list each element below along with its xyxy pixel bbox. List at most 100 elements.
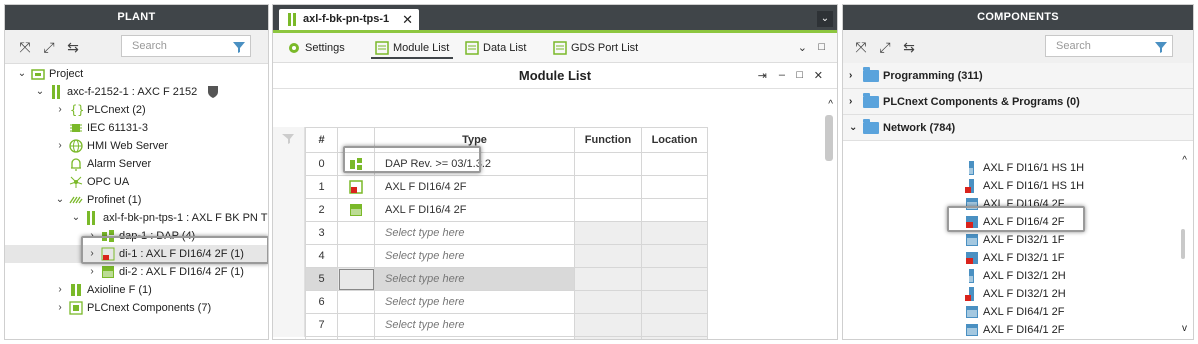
chevron-down-icon[interactable]: ⌄ (35, 83, 45, 101)
module-function-cell[interactable] (574, 198, 642, 222)
module-function-cell[interactable] (574, 152, 642, 176)
module-type-cell[interactable]: AXL F DI16/4 2F (374, 175, 575, 199)
tree-node[interactable]: OPC UA (5, 173, 268, 191)
component-item[interactable]: AXL F DI64/1 2F (965, 303, 1065, 321)
scroll-up-icon[interactable]: ^ (828, 99, 833, 110)
module-location-cell[interactable] (641, 175, 708, 199)
module-function-cell[interactable] (574, 290, 642, 314)
module-location-cell[interactable] (641, 152, 708, 176)
module-row[interactable]: 2 AXL F DI16/4 2F (305, 198, 708, 222)
category-plcnext-components[interactable]: › PLCnext Components & Programs (0) (843, 89, 1193, 115)
close-tab-icon[interactable]: ✕ (402, 9, 413, 30)
minimize-icon[interactable]: – (779, 69, 785, 81)
column-header-function[interactable]: Function (574, 127, 642, 153)
chevron-down-icon[interactable]: ⌄ (17, 65, 27, 83)
category-programming[interactable]: › Programming (311) (843, 63, 1193, 89)
module-type-cell[interactable]: Select type here (374, 244, 575, 268)
category-network[interactable]: ⌄ Network (784) (843, 115, 1193, 141)
chevron-right-icon[interactable]: › (55, 299, 65, 317)
module-function-cell[interactable] (574, 244, 642, 268)
tree-node[interactable]: › {} PLCnext (2) (5, 101, 268, 119)
module-function-cell[interactable] (574, 313, 642, 337)
collapse-all-icon[interactable]: ⤧ (853, 39, 869, 55)
module-location-cell[interactable] (641, 221, 708, 245)
tree-node[interactable]: › di-1 : AXL F DI16/4 2F (1) (5, 245, 268, 263)
tree-node[interactable]: › di-2 : AXL F DI16/4 2F (1) (5, 263, 268, 281)
filter-row-icon[interactable] (281, 133, 295, 145)
module-row[interactable]: 8 Select type here (305, 336, 708, 339)
component-item[interactable]: AXL F DI16/4 2F (965, 195, 1065, 213)
document-tab[interactable]: axl-f-bk-pn-tps-1 ✕ (279, 9, 419, 30)
module-row[interactable]: 3 Select type here (305, 221, 708, 245)
module-row[interactable]: 7 Select type here (305, 313, 708, 337)
tree-node[interactable]: › PLCnext Components (7) (5, 299, 268, 317)
filter-icon[interactable] (1153, 39, 1169, 55)
component-item[interactable]: AXL F DI32/1 1F (965, 231, 1065, 249)
module-type-cell[interactable]: Select type here (374, 221, 575, 245)
chevron-right-icon[interactable]: › (55, 137, 65, 155)
pin-icon[interactable]: ⇥ (758, 69, 767, 82)
module-row[interactable]: 1 AXL F DI16/4 2F (305, 175, 708, 199)
tab-data-list[interactable]: Data List (461, 37, 526, 59)
module-row[interactable]: 6 Select type here (305, 290, 708, 314)
component-item[interactable]: AXL F DI32/1 2H (965, 285, 1066, 303)
module-type-cell[interactable]: DAP Rev. >= 03/1.3.2 (374, 152, 575, 176)
component-item[interactable]: AXL F DI16/1 HS 1H (965, 177, 1084, 195)
chevron-right-icon[interactable]: › (87, 263, 97, 281)
tree-node[interactable]: Alarm Server (5, 155, 268, 173)
tab-gds-port-list[interactable]: GDS Port List (549, 37, 638, 59)
chevron-right-icon[interactable]: › (87, 227, 97, 245)
module-function-cell[interactable] (574, 267, 642, 291)
close-window-icon[interactable]: ✕ (814, 69, 823, 82)
module-location-cell[interactable] (641, 336, 708, 339)
tab-list-dropdown-icon[interactable]: ⌄ (817, 11, 833, 27)
tree-node[interactable]: › dap-1 : DAP (4) (5, 227, 268, 245)
expand-all-icon[interactable]: ⤢ (41, 39, 57, 55)
chevron-right-icon[interactable]: › (55, 101, 65, 119)
maximize-window-icon[interactable]: □ (796, 69, 803, 81)
module-function-cell[interactable] (574, 221, 642, 245)
component-item[interactable]: AXL F DI32/1 2H (965, 267, 1066, 285)
tree-node[interactable]: › HMI Web Server (5, 137, 268, 155)
sync-arrows-icon[interactable]: ⇆ (901, 39, 917, 55)
module-row[interactable]: 4 Select type here (305, 244, 708, 268)
module-row[interactable]: 0 DAP Rev. >= 03/1.3.2 (305, 152, 708, 176)
chevron-right-icon[interactable]: › (55, 281, 65, 299)
tree-node[interactable]: ⌄ axc-f-2152-1 : AXC F 2152 (5, 83, 268, 101)
column-header-type[interactable]: Type (374, 127, 575, 153)
column-header-number[interactable]: # (305, 127, 338, 153)
chevron-down-icon[interactable]: ⌄ (55, 191, 65, 209)
module-location-cell[interactable] (641, 290, 708, 314)
tree-node[interactable]: ⌄ axl-f-bk-pn-tps-1 : AXL F BK PN T (5, 209, 268, 227)
module-type-cell[interactable]: Select type here (374, 313, 575, 337)
module-type-cell[interactable]: Select type here (374, 267, 575, 291)
component-item[interactable]: AXL F DI64/1 2F (965, 321, 1065, 339)
module-location-cell[interactable] (641, 313, 708, 337)
module-type-cell[interactable]: AXL F DI16/4 2F (374, 198, 575, 222)
tree-node[interactable]: ⌄ Profinet (1) (5, 191, 268, 209)
module-type-cell[interactable]: Select type here (374, 336, 575, 339)
column-header-location[interactable]: Location (641, 127, 708, 153)
chevron-down-icon[interactable]: ⌄ (71, 209, 81, 227)
chevron-right-icon[interactable]: › (87, 245, 97, 263)
tree-node[interactable]: IEC 61131-3 (5, 119, 268, 137)
sync-arrows-icon[interactable]: ⇆ (65, 39, 81, 55)
module-function-cell[interactable] (574, 336, 642, 339)
components-scrollbar[interactable] (1181, 229, 1185, 259)
module-list-scrollbar[interactable] (825, 115, 833, 161)
component-item[interactable]: AXL F DI16/1 HS 1H (965, 159, 1084, 177)
maximize-icon[interactable]: □ (818, 41, 825, 53)
tab-settings[interactable]: Settings (283, 37, 345, 59)
chevron-down-icon[interactable]: ⌄ (798, 41, 807, 54)
scroll-down-icon[interactable]: v (1182, 323, 1187, 334)
tree-node[interactable]: ⌄ Project (5, 65, 268, 83)
module-location-cell[interactable] (641, 244, 708, 268)
module-location-cell[interactable] (641, 198, 708, 222)
module-function-cell[interactable] (574, 175, 642, 199)
filter-icon[interactable] (231, 39, 247, 55)
module-location-cell[interactable] (641, 267, 708, 291)
tab-module-list[interactable]: Module List (371, 37, 453, 59)
collapse-all-icon[interactable]: ⤧ (17, 39, 33, 55)
tree-node[interactable]: › Axioline F (1) (5, 281, 268, 299)
module-row[interactable]: 5 Select type here (305, 267, 708, 291)
